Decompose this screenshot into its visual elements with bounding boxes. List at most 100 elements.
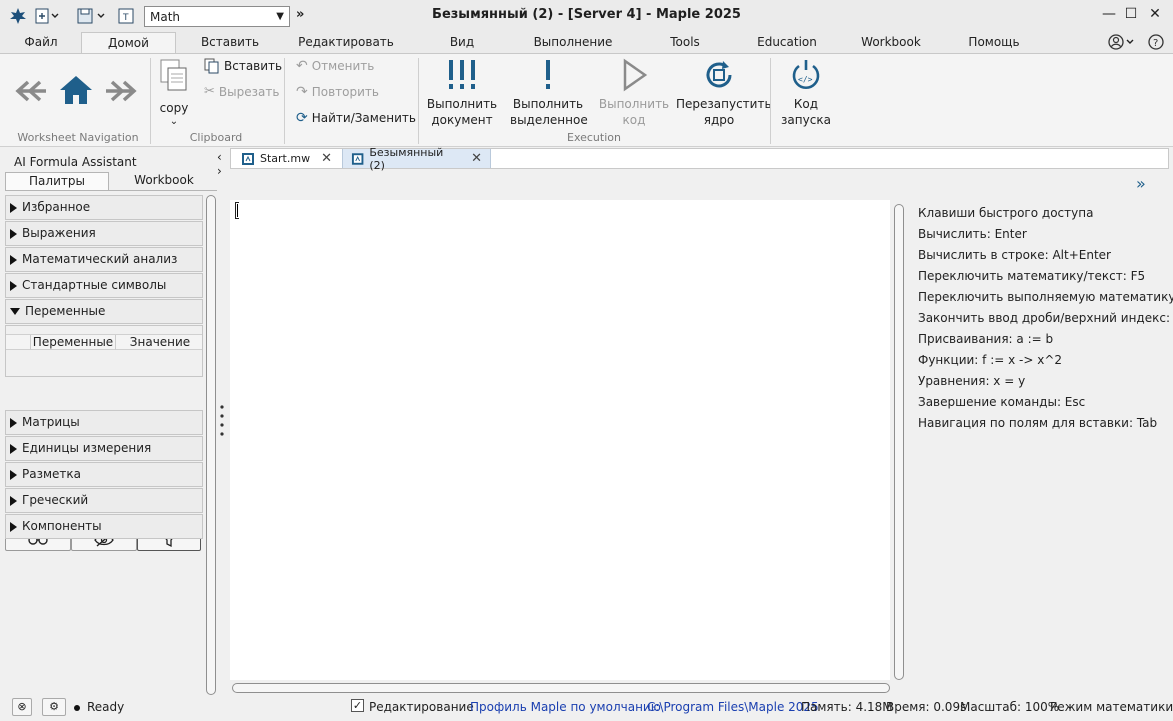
ribbon-separator — [770, 58, 771, 144]
tab-help[interactable]: Помощь — [962, 32, 1026, 53]
tab-insert[interactable]: Вставить — [196, 32, 264, 53]
splitter-handle-icon[interactable] — [220, 404, 224, 438]
restart-kernel-label-1: Перезапустить — [676, 97, 772, 111]
palette-expressions[interactable]: Выражения — [5, 221, 203, 246]
forward-arrow-icon[interactable] — [104, 78, 140, 107]
variables-column-name[interactable]: Переменные — [30, 335, 116, 350]
tab-workbook[interactable]: Workbook — [855, 32, 927, 53]
copy-button[interactable]: copy ⌄ — [154, 58, 194, 128]
ready-indicator-icon — [74, 705, 80, 711]
more-tools-icon[interactable]: » — [296, 7, 304, 22]
palette-favorites[interactable]: Избранное — [5, 195, 203, 220]
shortcut-item: Функции: f := x -> x^2 — [918, 353, 1063, 367]
help-icon[interactable]: ? — [1147, 33, 1165, 54]
user-account-icon[interactable] — [1107, 33, 1137, 55]
undo-button[interactable]: ↶ Отменить — [296, 58, 374, 74]
ribbon-separator — [150, 58, 151, 144]
palette-layout[interactable]: Разметка — [5, 462, 203, 487]
title-bar: T Math ▼ » Безымянный (2) - [Server 4] -… — [0, 0, 1173, 32]
close-icon[interactable]: ✕ — [1144, 6, 1166, 26]
worksheet-vertical-scrollbar[interactable] — [894, 204, 904, 680]
palette-variables[interactable]: Переменные — [5, 299, 203, 324]
expand-side-panel-icon[interactable]: » — [1136, 174, 1146, 193]
save-icon[interactable] — [76, 6, 110, 26]
palette-label: Математический анализ — [22, 252, 178, 266]
text-mode-icon[interactable]: T — [116, 6, 136, 26]
tab-education[interactable]: Education — [752, 32, 822, 53]
status-memory: Память: 4.18M — [801, 700, 893, 714]
close-tab-icon[interactable]: ✕ — [471, 151, 482, 166]
doc-tab-start[interactable]: Start.mw ✕ — [233, 149, 341, 168]
tab-file[interactable]: Файл — [16, 32, 66, 53]
new-document-icon[interactable] — [34, 6, 60, 26]
worksheet-horizontal-scrollbar[interactable] — [232, 683, 890, 693]
shortcut-item: Вычислить в строке: Alt+Enter — [918, 248, 1111, 262]
palette-label: Разметка — [22, 467, 81, 481]
close-tab-icon[interactable]: ✕ — [321, 151, 332, 166]
tab-home[interactable]: Домой — [81, 32, 176, 54]
expand-triangle-icon — [10, 521, 17, 532]
ai-formula-assistant-label[interactable]: AI Formula Assistant — [14, 155, 137, 169]
undo-label: Отменить — [311, 59, 375, 73]
tab-view[interactable]: Вид — [443, 32, 481, 53]
doc-tab-untitled[interactable]: Безымянный (2) ✕ — [342, 146, 491, 172]
collapse-panel-icon[interactable]: ‹ › — [217, 150, 222, 178]
ribbon-tabs: Файл Домой Вставить Редактировать Вид Вы… — [0, 32, 1173, 55]
shortcut-item: Вычислить: Enter — [918, 227, 1027, 241]
scissors-icon: ✂ — [204, 84, 215, 99]
text-cursor — [237, 204, 238, 217]
minimize-icon[interactable]: — — [1098, 6, 1120, 26]
startup-code-button[interactable]: </> Код запуска — [776, 58, 836, 128]
interrupt-icon[interactable]: ⊗ — [12, 698, 32, 716]
tab-tools[interactable]: Tools — [662, 32, 708, 53]
exclamation-icon — [546, 60, 550, 89]
tab-workbook-panel[interactable]: Workbook — [112, 172, 216, 190]
math-mode-select[interactable]: Math ▼ — [144, 6, 290, 27]
cut-button[interactable]: ✂ Вырезать — [204, 84, 279, 99]
editing-checkbox[interactable]: ✓ — [351, 699, 364, 712]
maple-logo-icon[interactable] — [8, 6, 28, 26]
execute-selection-button[interactable]: Выполнить выделенное — [510, 58, 588, 128]
paste-label: Вставить — [224, 59, 283, 73]
palette-calculus[interactable]: Математический анализ — [5, 247, 203, 272]
maximize-icon[interactable]: ☐ — [1120, 6, 1142, 26]
execute-document-button[interactable]: Выполнить документ — [424, 58, 500, 128]
find-replace-button[interactable]: ⟳ Найти/Заменить — [296, 110, 416, 126]
mode-select-value: Math — [150, 9, 181, 24]
svg-text:?: ? — [1153, 38, 1158, 49]
paste-button[interactable]: Вставить — [204, 58, 282, 74]
kernel-gear-icon[interactable]: ⚙ — [42, 698, 66, 716]
find-replace-icon: ⟳ — [296, 110, 308, 126]
palette-components[interactable]: Компоненты — [5, 514, 203, 539]
variables-header: Переменные Значение — [6, 334, 202, 350]
palette-common-symbols[interactable]: Стандартные символы — [5, 273, 203, 298]
play-icon — [623, 58, 648, 92]
shortcuts-title: Клавиши быстрого доступа — [918, 206, 1094, 220]
restart-kernel-button[interactable]: Перезапустить ядро — [676, 58, 772, 128]
palette-label: Компоненты — [22, 519, 102, 533]
palette-label: Выражения — [22, 226, 96, 240]
back-arrow-icon[interactable] — [12, 78, 48, 107]
tab-edit[interactable]: Редактировать — [296, 32, 396, 53]
variables-column-value[interactable]: Значение — [118, 335, 202, 350]
chevron-down-icon: ⌄ — [169, 116, 179, 127]
home-icon[interactable] — [58, 74, 94, 109]
redo-button[interactable]: ↷ Повторить — [296, 84, 379, 100]
status-profile-link[interactable]: Профиль Maple по умолчанию — [470, 700, 661, 714]
palette-greek[interactable]: Греческий — [5, 488, 203, 513]
shortcut-item: Переключить выполняемую математику: Shif… — [918, 290, 1173, 304]
panel-scrollbar[interactable] — [206, 195, 216, 695]
execute-selection-label-2: выделенное — [510, 113, 588, 127]
execute-code-button[interactable]: Выполнить код — [596, 58, 672, 128]
palette-matrices[interactable]: Матрицы — [5, 410, 203, 435]
copy-label: copy — [159, 101, 189, 115]
status-path-link[interactable]: C:\Program Files\Maple 2025 — [647, 700, 819, 714]
tab-evaluate[interactable]: Выполнение — [530, 32, 616, 53]
execution-group-label: Execution — [567, 131, 621, 144]
document-tabs: Start.mw ✕ Безымянный (2) ✕ — [230, 146, 1169, 172]
tab-palettes[interactable]: Палитры — [5, 172, 109, 190]
palette-label: Единицы измерения — [22, 441, 152, 455]
palette-units[interactable]: Единицы измерения — [5, 436, 203, 461]
restart-kernel-label-2: ядро — [703, 113, 735, 127]
worksheet-canvas[interactable] — [230, 200, 890, 680]
